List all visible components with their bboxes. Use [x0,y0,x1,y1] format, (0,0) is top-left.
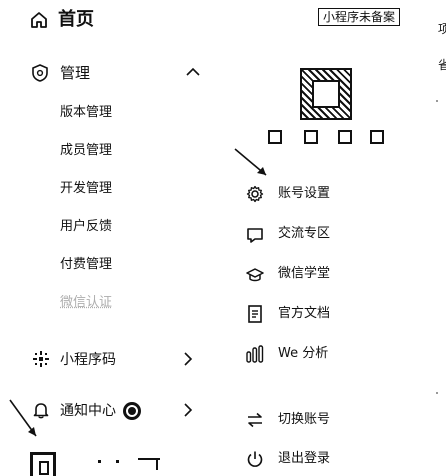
document-icon [247,305,263,323]
power-icon [246,450,264,468]
gear-icon [246,185,264,203]
redaction-block [370,130,384,144]
nav-item-notifications-label: 通知中心 [60,403,116,419]
switch-account-label: 切换账号 [278,412,331,427]
shield-icon [32,64,48,82]
redaction-mark [116,460,119,463]
sidebar-item-verification[interactable]: 微信认证 [60,294,112,312]
menu-item-label: 交流专区 [278,226,331,241]
annotation-arrow-top [234,148,267,176]
edge-text-2: 省 [438,58,446,72]
home-nav-item[interactable]: 首页 [30,8,120,32]
menu-item-label: 官方文档 [278,306,331,321]
sidebar-item-members[interactable]: 成员管理 [60,142,112,160]
menu-item-label: 微信学堂 [278,266,331,281]
menu-item-wechat-academy[interactable]: 微信学堂 [246,264,376,284]
sidebar-item-version[interactable]: 版本管理 [60,104,112,122]
menu-item-we-analytics[interactable]: We 分析 [246,344,376,364]
sidebar-item-feedback[interactable]: 用户反馈 [60,218,112,236]
avatar-inner-frame [39,461,49,475]
switch-arrows-icon [246,412,264,428]
user-avatar[interactable] [300,68,352,120]
edge-text-1: 项 [438,22,446,36]
user-id-redacted [268,130,388,146]
switch-account-button[interactable]: 切换账号 [246,410,376,430]
chevron-right-icon [183,403,193,417]
graduation-cap-icon [246,266,264,284]
nav-item-qrcode[interactable]: 小程序码 [30,349,205,371]
qrcode-icon [32,350,50,368]
menu-item-account-settings[interactable]: 账号设置 [246,184,376,204]
analytics-icon [246,345,264,363]
menu-item-label: 账号设置 [278,186,331,201]
redaction-block [338,130,352,144]
redaction-block [304,130,318,144]
logout-button[interactable]: 退出登录 [246,449,376,469]
nav-item-notifications[interactable]: 通知中心 [30,400,205,422]
notification-count-badge [122,401,142,421]
redaction-mark [156,458,158,470]
menu-item-official-docs[interactable]: 官方文档 [246,304,376,324]
home-icon [30,11,48,29]
registration-status-badge[interactable]: 小程序未备案 [318,8,401,26]
nav-item-qrcode-label: 小程序码 [60,352,116,368]
menu-item-label: We 分析 [278,346,329,361]
menu-item-community[interactable]: 交流专区 [246,224,376,244]
chat-icon [246,226,264,244]
chevron-right-icon [183,352,193,366]
nav-group-manage-label: 管理 [60,64,91,82]
avatar-inner-frame [312,80,340,108]
sidebar-item-payment[interactable]: 付费管理 [60,256,112,274]
home-label: 首页 [58,9,94,30]
bottom-user-avatar[interactable] [30,452,56,476]
redaction-mark [98,460,101,463]
edge-tick [436,100,438,102]
edge-tick [436,392,438,394]
logout-label: 退出登录 [278,451,331,466]
bottom-user-name-redacted [98,458,168,472]
chevron-up-icon [186,67,200,77]
redaction-block [268,130,282,144]
annotation-arrow-bottom [9,399,37,437]
sidebar-item-dev[interactable]: 开发管理 [60,180,112,198]
nav-group-manage[interactable]: 管理 [30,62,205,84]
